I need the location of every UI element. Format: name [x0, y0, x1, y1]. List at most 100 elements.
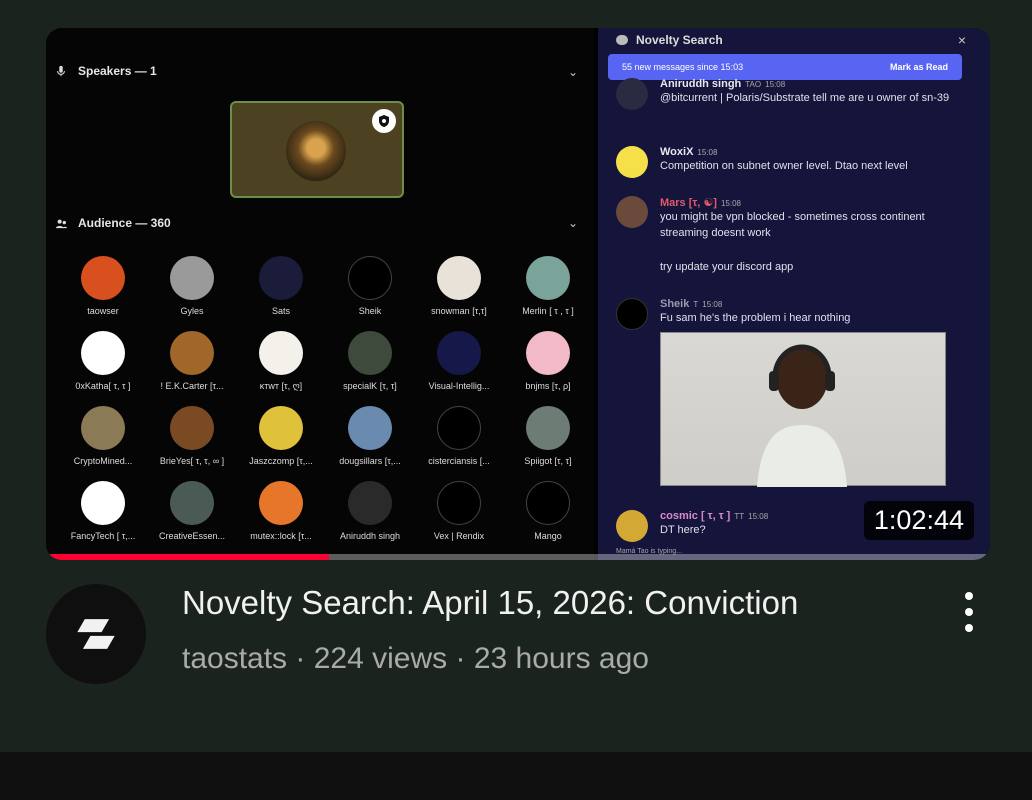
taostats-logo-icon [77, 619, 115, 649]
avatar [348, 256, 392, 300]
avatar [526, 331, 570, 375]
audience-member-name: mutex::lock [τ... [250, 531, 312, 541]
discord-chat-panel: Novelty Search × 55 new messages since 1… [598, 28, 990, 560]
audience-member[interactable]: Vex | Rendix [414, 481, 504, 541]
message-author: Aniruddh singh [660, 78, 742, 90]
bottom-bar [0, 752, 1032, 800]
audience-member-name: Mango [534, 531, 562, 541]
audience-member-name: FancyTech [ τ,... [70, 531, 136, 541]
audience-member[interactable]: BrieYes[ τ, τ, ∞ ] [147, 406, 237, 466]
audience-member-name: Merlin [ τ , τ ] [522, 306, 574, 316]
audience-member[interactable]: Jaszczomp [τ,... [236, 406, 326, 466]
speaker-avatar [286, 121, 346, 181]
avatar [170, 256, 214, 300]
audience-member[interactable]: Gyles [147, 256, 237, 316]
audience-label: Audience — 360 [78, 216, 171, 230]
audience-member[interactable]: cisterciansis [... [414, 406, 504, 466]
audience-member[interactable]: ! E.K.Carter [τ... [147, 331, 237, 391]
chevron-down-icon[interactable]: ⌄ [568, 65, 578, 79]
message-time: 15:08 [702, 300, 723, 309]
people-icon [54, 216, 68, 230]
audience-member[interactable]: mutex::lock [τ... [236, 481, 326, 541]
video-thumbnail[interactable]: Speakers — 1 ⌄ Audience — 360 ⌄ taowser G… [46, 28, 990, 560]
audience-member[interactable]: Mango [503, 481, 593, 541]
avatar [616, 146, 648, 178]
chevron-down-icon[interactable]: ⌄ [568, 216, 578, 230]
chat-title: Novelty Search [636, 33, 723, 47]
chat-message: Aniruddh singh TAO 15:08 @bitcurrent | Pol… [616, 78, 956, 110]
message-text: Competition on subnet owner level. Dtao … [660, 160, 908, 172]
message-text: you might be vpn blocked - sometimes cro… [660, 211, 925, 239]
audience-member-name: snowman [τ,τ] [431, 306, 487, 316]
new-messages-text: 55 new messages since 15:03 [622, 62, 744, 72]
audience-member[interactable]: Aniruddh singh [325, 481, 415, 541]
stage-channel-view: Speakers — 1 ⌄ Audience — 360 ⌄ taowser G… [46, 28, 594, 560]
audience-member[interactable]: Merlin [ τ , τ ] [503, 256, 593, 316]
avatar [616, 78, 648, 110]
message-text: try update your discord app [660, 261, 794, 273]
avatar [259, 331, 303, 375]
chat-bubble-icon [616, 35, 628, 45]
view-count: 224 views [313, 642, 448, 675]
audience-member[interactable]: CryptoMined... [58, 406, 148, 466]
new-messages-bar[interactable]: 55 new messages since 15:03 Mark as Read [608, 54, 962, 80]
separator: · [455, 642, 466, 675]
message-author: Sheik [660, 298, 690, 310]
audience-member-name: taowser [87, 306, 119, 316]
avatar [170, 481, 214, 525]
message-author: cosmic [ τ, τ ] [660, 510, 731, 522]
audience-member-name: Spiigot [τ, τ] [524, 456, 572, 466]
shield-icon [372, 109, 396, 133]
avatar [170, 331, 214, 375]
avatar [81, 331, 125, 375]
message-tag: TAO [745, 80, 762, 89]
audience-heading[interactable]: Audience — 360 [54, 216, 171, 230]
avatar [437, 406, 481, 450]
audience-member[interactable]: Sheik [325, 256, 415, 316]
message-time: 15:08 [720, 199, 741, 208]
close-icon[interactable]: × [958, 28, 966, 52]
channel-name[interactable]: taostats [182, 642, 287, 675]
audience-member-name: CreativeEssen... [158, 531, 226, 541]
audience-member[interactable]: specialK [τ, τ] [325, 331, 415, 391]
audience-member-name: Sats [271, 306, 290, 316]
audience-member-name: 0xKatha[ τ, τ ] [75, 381, 131, 391]
avatar [437, 256, 481, 300]
channel-avatar[interactable] [46, 584, 146, 684]
message-tag: T [693, 300, 699, 309]
message-author: WoxiX [660, 146, 694, 158]
audience-member-name: ! E.K.Carter [τ... [160, 381, 224, 391]
video-title[interactable]: Novelty Search: April 15, 2026: Convicti… [182, 584, 798, 622]
avatar [259, 406, 303, 450]
mark-as-read-button[interactable]: Mark as Read [890, 62, 948, 72]
audience-member[interactable]: taowser [58, 256, 148, 316]
more-options-icon[interactable] [958, 592, 980, 632]
duration-badge: 1:02:44 [863, 501, 974, 540]
audience-member[interactable]: Visual-Intellig... [414, 331, 504, 391]
avatar [526, 256, 570, 300]
avatar [259, 256, 303, 300]
message-time: 15:08 [697, 148, 718, 157]
avatar [526, 406, 570, 450]
speakers-heading[interactable]: Speakers — 1 [54, 64, 157, 78]
speakers-label: Speakers — 1 [78, 64, 157, 78]
embedded-video-frame [660, 332, 946, 487]
avatar [616, 196, 648, 228]
audience-member[interactable]: 0xKatha[ τ, τ ] [58, 331, 148, 391]
upload-age: 23 hours ago [473, 642, 649, 675]
audience-member[interactable]: bnjms [τ, ρ] [503, 331, 593, 391]
audience-member[interactable]: ĸтwт [τ, ღ] [236, 331, 326, 392]
video-metadata: taostats · 224 views · 23 hours ago [182, 642, 649, 676]
audience-member-name: Sheik [358, 306, 382, 316]
audience-member[interactable]: FancyTech [ τ,... [58, 481, 148, 541]
message-text: Fu sam he's the problem i hear nothing [660, 312, 851, 324]
audience-member[interactable]: Spiigot [τ, τ] [503, 406, 593, 466]
audience-member-name: Jaszczomp [τ,... [249, 456, 313, 466]
audience-member[interactable]: CreativeEssen... [147, 481, 237, 541]
avatar [348, 481, 392, 525]
speaker-tile[interactable] [230, 101, 404, 198]
audience-member[interactable]: snowman [τ,τ] [414, 256, 504, 316]
audience-member[interactable]: Sats [236, 256, 326, 316]
watch-progress-fill [46, 554, 330, 560]
audience-member[interactable]: dougsillars [τ,... [325, 406, 415, 466]
